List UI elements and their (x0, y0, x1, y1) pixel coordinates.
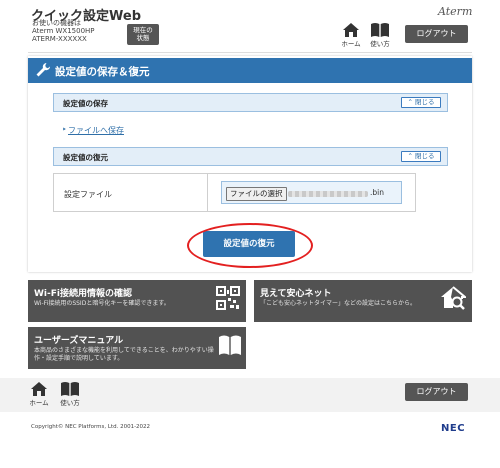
footer-howto-button[interactable]: 使い方 (56, 381, 84, 411)
restore-section-close-button[interactable]: ⌃ 閉じる (401, 151, 441, 162)
aterm-logo: Aterm (438, 5, 473, 18)
home-icon (31, 382, 47, 396)
restore-close-label: 閉じる (415, 152, 435, 160)
wrench-icon (36, 63, 50, 77)
restore-section-title: 設定値の復元 (63, 153, 108, 162)
wifi-info-desc: Wi-Fi接続用のSSIDと暗号化キーを確認できます。 (34, 300, 170, 307)
footer-home-label: ホーム (29, 399, 49, 407)
choose-file-button[interactable]: ファイルの選択 (226, 187, 287, 201)
page-title-bar: 設定値の保存＆復元 (28, 58, 472, 83)
save-close-label: 閉じる (415, 98, 435, 106)
nec-logo: NEC (441, 423, 466, 434)
user-manual-title: ユーザーズマニュアル (34, 336, 124, 346)
settings-file-row: 設定ファイル ファイルの選択 .bin (53, 173, 416, 212)
row-divider (207, 174, 208, 211)
user-manual-tile[interactable]: ユーザーズマニュアル 本商品のさまざまな機能を利用してできることを、わかりやすい… (28, 327, 246, 369)
wifi-info-tile[interactable]: Wi-Fi接続用情報の確認 Wi-Fi接続用のSSIDと暗号化キーを確認できます… (28, 280, 246, 322)
restore-section-header[interactable]: 設定値の復元 ⌃ 閉じる (53, 147, 448, 166)
settings-file-input[interactable]: ファイルの選択 .bin (221, 181, 402, 204)
mieru-anshin-title: 見えて安心ネット (260, 289, 332, 299)
save-section-header[interactable]: 設定値の保存 ⌃ 閉じる (53, 93, 448, 112)
save-section-close-button[interactable]: ⌃ 閉じる (401, 97, 441, 108)
home-icon (343, 23, 359, 37)
book-icon (61, 382, 79, 396)
save-section-title: 設定値の保存 (63, 99, 108, 108)
settings-file-label: 設定ファイル (64, 190, 112, 199)
footer-home-button[interactable]: ホーム (25, 381, 53, 411)
red-highlight-ellipse (187, 223, 313, 268)
home-button[interactable]: ホーム (337, 22, 365, 52)
mieru-anshin-desc: 「こども安心ネットタイマー」などの設定はこちらから。 (260, 300, 417, 307)
chevron-up-icon: ⌃ (407, 98, 413, 106)
page-title: 設定値の保存＆復元 (55, 66, 150, 78)
current-status-button[interactable]: 現在の 状態 (127, 24, 159, 45)
home-label: ホーム (341, 40, 361, 48)
device-label: お使いの機器は (32, 19, 81, 27)
footer-logout-button[interactable]: ログアウト (405, 383, 468, 401)
device-model: Aterm WX1500HP (32, 27, 95, 35)
house-search-icon (441, 286, 466, 310)
mieru-anshin-tile[interactable]: 見えて安心ネット 「こども安心ネットタイマー」などの設定はこちらから。 (254, 280, 472, 322)
device-id: ATERM-XXXXXX (32, 35, 87, 43)
howto-label: 使い方 (370, 40, 390, 48)
copyright-text: Copyright© NEC Platforms, Ltd. 2001-2022 (31, 424, 151, 430)
status-button-line2: 状態 (136, 34, 150, 42)
footer-howto-label: 使い方 (60, 399, 80, 407)
logout-button[interactable]: ログアウト (405, 25, 468, 43)
header-divider (28, 52, 472, 53)
user-manual-desc: 本商品のさまざまな機能を利用してできることを、わかりやすい操 作・設定手順で説明… (34, 347, 214, 362)
save-to-file-link[interactable]: ファイルへ保存 (68, 125, 124, 136)
wifi-info-title: Wi-Fi接続用情報の確認 (34, 289, 132, 299)
blurred-filename (288, 191, 368, 197)
status-button-line1: 現在の (133, 26, 153, 34)
file-extension: .bin (370, 188, 384, 197)
howto-button[interactable]: 使い方 (366, 22, 394, 52)
chevron-up-icon: ⌃ (407, 152, 413, 160)
book-icon (371, 23, 389, 37)
qr-code-icon (216, 286, 240, 310)
save-link-bullet-icon: ‣ (62, 125, 67, 134)
book-icon (219, 335, 241, 355)
